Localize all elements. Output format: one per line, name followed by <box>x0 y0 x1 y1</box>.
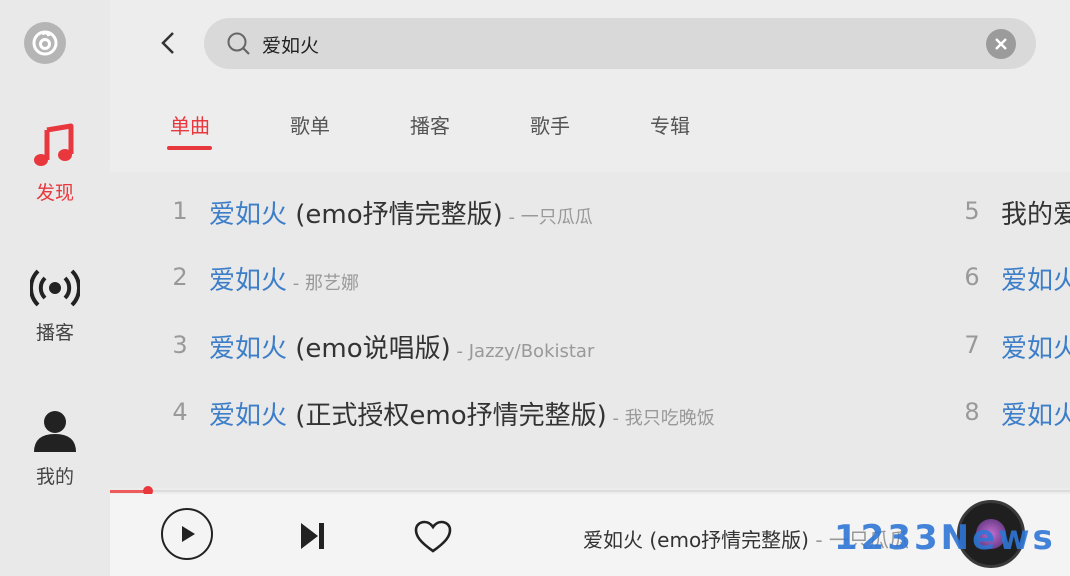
title-highlight: 爱如火 <box>209 401 288 431</box>
now-playing-title: 爱如火 (emo抒情完整版) <box>583 528 809 552</box>
sidebar-item-podcast[interactable]: 播客 <box>0 266 110 345</box>
list-item[interactable]: 1 爱如火 (emo抒情完整版) - 一只瓜瓜 <box>165 177 965 243</box>
list-item[interactable]: 6 爱如火 <box>957 243 1070 309</box>
top-bar <box>110 0 1070 90</box>
track-title: 爱如火 (emo抒情完整版) - 一只瓜瓜 <box>209 194 593 231</box>
track-title: 爱如火 (emo说唱版) - Jazzy/Bokistar <box>209 328 594 365</box>
sidebar-item-discover[interactable]: 发现 <box>0 122 110 205</box>
user-icon <box>34 411 76 452</box>
tab-podcasts[interactable]: 播客 <box>400 110 460 139</box>
track-title: 爱如火 <box>1001 395 1070 432</box>
list-item[interactable]: 2 爱如火 - 那艺娜 <box>165 243 965 309</box>
search-bar <box>204 18 1036 71</box>
sidebar-item-label: 我的 <box>35 466 74 488</box>
app-logo[interactable] <box>24 22 66 64</box>
track-title: 爱如火 <box>1001 328 1070 365</box>
track-number: 2 <box>172 263 188 291</box>
clear-icon <box>995 38 1007 50</box>
track-number: 1 <box>172 197 188 225</box>
heart-icon <box>414 520 452 553</box>
title-rest: (正式授权emo抒情完整版) <box>287 401 607 431</box>
tab-playlists[interactable]: 歌单 <box>280 110 340 139</box>
title-highlight: 爱如火 <box>1001 334 1070 364</box>
next-button[interactable] <box>298 520 328 556</box>
title-highlight: 爱如火 <box>1001 266 1070 296</box>
clear-search-button[interactable] <box>986 29 1016 59</box>
music-note-icon <box>34 123 74 166</box>
title-rest: (emo抒情完整版) <box>287 200 503 230</box>
search-input[interactable] <box>260 18 964 71</box>
skip-next-icon <box>301 523 324 549</box>
title-rest: 我的爱 <box>1001 200 1070 230</box>
tab-artists[interactable]: 歌手 <box>520 110 580 139</box>
track-title: 爱如火 - 那艺娜 <box>209 260 359 297</box>
track-number: 4 <box>172 398 188 426</box>
active-tab-indicator <box>167 146 212 150</box>
sidebar-item-label: 播客 <box>35 322 74 344</box>
track-title: 我的爱 <box>1001 194 1070 231</box>
search-results: 1 爱如火 (emo抒情完整版) - 一只瓜瓜 2 爱如火 - 那艺娜 3 爱如… <box>110 172 1070 488</box>
main-panel: 单曲 歌单 播客 歌手 专辑 1 爱如火 (emo抒情完整版) - 一只瓜瓜 2… <box>110 0 1070 576</box>
list-item[interactable]: 5 我的爱 <box>957 177 1070 243</box>
sidebar: 发现 播客 我的 <box>0 0 110 576</box>
track-artist: - 那艺娜 <box>287 273 359 294</box>
track-artist: - 一只瓜瓜 <box>502 207 593 228</box>
track-title: 爱如火 (正式授权emo抒情完整版) - 我只吃晚饭 <box>209 395 715 432</box>
watermark: 1233News <box>834 518 1056 558</box>
track-number: 5 <box>964 197 980 225</box>
track-artist: - 我只吃晚饭 <box>606 408 715 429</box>
tab-songs[interactable]: 单曲 <box>160 110 220 139</box>
list-item[interactable]: 4 爱如火 (正式授权emo抒情完整版) - 我只吃晚饭 <box>165 378 965 444</box>
track-number: 3 <box>172 331 188 359</box>
back-button[interactable] <box>154 28 182 58</box>
tab-albums[interactable]: 专辑 <box>640 110 700 139</box>
sidebar-item-label: 发现 <box>35 182 74 204</box>
track-number: 7 <box>964 331 980 359</box>
track-title: 爱如火 <box>1001 260 1070 297</box>
sidebar-item-mine[interactable]: 我的 <box>0 408 110 489</box>
title-highlight: 爱如火 <box>209 334 288 364</box>
netease-music-logo-icon <box>32 30 58 56</box>
list-item[interactable]: 3 爱如火 (emo说唱版) - Jazzy/Bokistar <box>165 311 965 377</box>
track-number: 6 <box>964 263 980 291</box>
search-icon <box>227 32 250 55</box>
play-icon <box>182 526 195 542</box>
broadcast-icon <box>30 269 80 307</box>
like-button[interactable] <box>414 520 452 558</box>
title-highlight: 爱如火 <box>209 266 288 296</box>
progress-track[interactable] <box>110 490 1070 492</box>
list-item[interactable]: 8 爱如火 <box>957 378 1070 444</box>
list-item[interactable]: 7 爱如火 <box>957 311 1070 377</box>
title-highlight: 爱如火 <box>209 200 288 230</box>
track-number: 8 <box>964 398 980 426</box>
title-rest: (emo说唱版) <box>287 334 451 364</box>
track-artist: - Jazzy/Bokistar <box>450 341 595 362</box>
play-button[interactable] <box>161 508 213 560</box>
title-highlight: 爱如火 <box>1001 401 1070 431</box>
chevron-left-icon <box>161 32 174 54</box>
result-tabs: 单曲 歌单 播客 歌手 专辑 <box>110 90 1070 170</box>
